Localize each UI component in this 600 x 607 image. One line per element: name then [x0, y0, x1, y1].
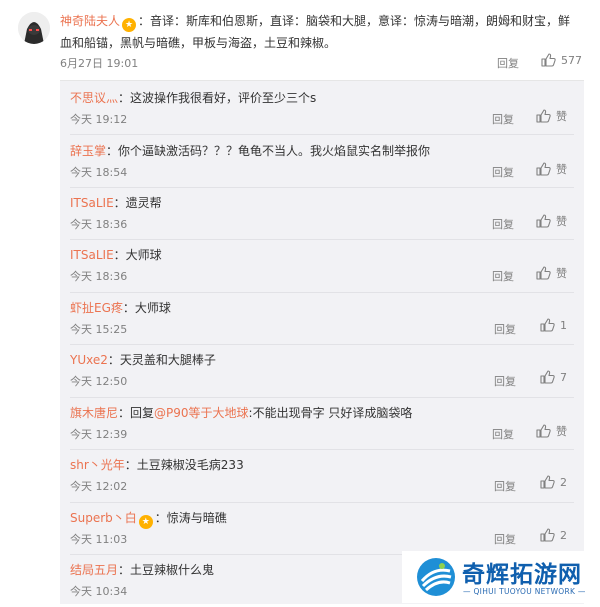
watermark-title: 奇辉拓游网 — [462, 561, 582, 588]
reply-text: ：这波操作我很看好，评价至少三个s — [118, 91, 317, 105]
reply-username[interactable]: YUxe2 — [70, 353, 108, 367]
reply-username[interactable]: shr丶光年 — [70, 458, 125, 472]
reply-item: 不思议灬：这波操作我很看好，评价至少三个s 今天 19:12 回复 赞 — [60, 83, 584, 135]
watermark-subtitle: — QIHUI TUOYOU NETWORK — — [463, 587, 586, 596]
reply-button[interactable]: 回复 — [494, 321, 516, 337]
reply-item: YUxe2：天灵盖和大腿棒子 今天 12:50 回复 7 — [60, 345, 584, 397]
like-count: 赞 — [556, 215, 567, 228]
reply-time: 今天 18:36 — [70, 270, 128, 283]
reply-username[interactable]: 旗木唐尼 — [70, 406, 118, 420]
thumbs-up-icon — [540, 370, 555, 384]
reply-username[interactable]: 虾扯EG疼 — [70, 301, 123, 315]
reply-item: 辞玉掌：你个逼缺激活码？？？龟龟不当人。我火焰鼠实名制举报你 今天 18:54 … — [60, 136, 584, 188]
main-comment-body: ：音译：斯库和伯恩斯，直译：脑袋和大腿，意译：惊涛与暗潮，朗姆和财宝，鲜血和船锚… — [60, 14, 571, 50]
reply-button[interactable]: 回复 — [492, 426, 514, 442]
reply-text: ：天灵盖和大腿棒子 — [107, 353, 216, 367]
thumbs-up-icon — [540, 475, 555, 489]
main-comment-username[interactable]: 神奇陆夫人 — [60, 14, 120, 28]
like-button[interactable]: 赞 — [536, 213, 567, 229]
like-count: 赞 — [556, 425, 567, 438]
reply-time: 今天 10:34 — [70, 585, 128, 598]
like-count: 1 — [560, 318, 567, 332]
thumbs-up-icon — [536, 424, 551, 438]
divider — [70, 134, 574, 135]
reply-button[interactable]: 回复 — [492, 268, 514, 284]
comment-thread: 神奇陆夫人 ★ ：音译：斯库和伯恩斯，直译：脑袋和大腿，意译：惊涛与暗潮，朗姆和财宝… — [0, 0, 600, 604]
reply-time: 今天 18:36 — [70, 218, 128, 231]
reply-time: 今天 18:54 — [70, 166, 128, 179]
like-count: 赞 — [556, 267, 567, 280]
like-button[interactable]: 赞 — [536, 265, 567, 281]
like-button[interactable]: 赞 — [536, 423, 567, 439]
reply-time: 今天 12:02 — [70, 480, 128, 493]
vip-badge-icon: ★ — [122, 18, 137, 32]
thumbs-up-icon — [540, 528, 555, 542]
like-button[interactable]: 赞 — [536, 161, 567, 177]
like-count: 赞 — [556, 110, 567, 123]
reply-button[interactable]: 回复 — [492, 216, 514, 232]
reply-item: 旗木唐尼：回复@P90等于大地球:不能出现骨字 只好译成脑袋咯 今天 12:39… — [60, 398, 584, 450]
reply-text-prefix: ：回复 — [118, 406, 155, 420]
main-comment-text: 神奇陆夫人 ★ ：音译：斯库和伯恩斯，直译：脑袋和大腿，意译：惊涛与暗潮，朗姆和财宝… — [60, 10, 580, 54]
like-count: 赞 — [556, 163, 567, 176]
main-comment-meta: 6月27日 19:01 回复 577 — [60, 53, 582, 71]
reply-button[interactable]: 回复 — [492, 111, 514, 127]
reply-button[interactable]: 回复 — [494, 478, 516, 494]
like-count: 7 — [560, 370, 567, 384]
reply-item: Superb丶白 ★ ：惊涛与暗礁 今天 11:03 回复 2 — [60, 503, 584, 555]
reply-text-suffix: :不能出现骨字 只好译成脑袋咯 — [248, 406, 413, 420]
reply-username[interactable]: 结局五月 — [70, 563, 118, 577]
like-count: 2 — [560, 475, 567, 489]
reply-time: 今天 12:39 — [70, 428, 128, 441]
thumbs-up-icon — [536, 109, 551, 123]
like-button[interactable]: 1 — [540, 318, 567, 332]
reply-text: ：你个逼缺激活码？？？龟龟不当人。我火焰鼠实名制举报你 — [106, 144, 431, 158]
reply-text: ：惊涛与暗礁 — [154, 511, 227, 525]
reply-username[interactable]: Superb丶白 — [70, 511, 137, 525]
reply-time: 今天 11:03 — [70, 533, 128, 546]
main-like-button[interactable]: 577 — [541, 53, 582, 67]
reply-username[interactable]: 不思议灬 — [70, 91, 118, 105]
thumbs-up-icon — [536, 266, 551, 280]
reply-button[interactable]: 回复 — [494, 373, 516, 389]
reply-time: 今天 19:12 — [70, 113, 128, 126]
thumbs-up-icon — [536, 162, 551, 176]
reply-button[interactable]: 回复 — [492, 164, 514, 180]
like-button[interactable]: 赞 — [536, 108, 567, 124]
mention-link[interactable]: @P90等于大地球 — [154, 406, 249, 420]
reply-text: ：土豆辣椒没毛病233 — [124, 458, 244, 472]
reply-text: ：大师球 — [113, 248, 162, 262]
reply-text: ：遗灵帮 — [113, 196, 162, 210]
reply-item: ITSaLIE：遗灵帮 今天 18:36 回复 赞 — [60, 188, 584, 240]
reply-time: 今天 12:50 — [70, 375, 128, 388]
reply-username[interactable]: ITSaLIE — [70, 196, 114, 210]
vip-badge-icon: ★ — [138, 515, 153, 529]
reply-item: 虾扯EG疼：大师球 今天 15:25 回复 1 — [60, 293, 584, 345]
main-reply-button[interactable]: 回复 — [497, 55, 519, 71]
thumbs-up-icon — [541, 53, 556, 67]
site-watermark: 奇辉拓游网 — QIHUI TUOYOU NETWORK — — [402, 551, 600, 603]
reply-username[interactable]: 辞玉掌 — [70, 144, 106, 158]
reply-item: ITSaLIE：大师球 今天 18:36 回复 赞 — [60, 240, 584, 292]
main-like-count: 577 — [561, 53, 582, 67]
reply-list: 不思议灬：这波操作我很看好，评价至少三个s 今天 19:12 回复 赞 辞玉掌：… — [60, 80, 584, 604]
reply-item: shr丶光年：土豆辣椒没毛病233 今天 12:02 回复 2 — [60, 450, 584, 502]
reply-text: ：大师球 — [122, 301, 171, 315]
thumbs-up-icon — [536, 214, 551, 228]
main-comment-time: 6月27日 19:01 — [60, 57, 139, 70]
like-button[interactable]: 2 — [540, 528, 567, 542]
reply-text: ：土豆辣椒什么鬼 — [118, 563, 215, 577]
reply-username[interactable]: ITSaLIE — [70, 248, 114, 262]
like-button[interactable]: 7 — [540, 370, 567, 384]
avatar[interactable] — [18, 12, 50, 44]
like-button[interactable]: 2 — [540, 475, 567, 489]
thumbs-up-icon — [540, 318, 555, 332]
like-count: 2 — [560, 528, 567, 542]
reply-time: 今天 15:25 — [70, 323, 128, 336]
reply-button[interactable]: 回复 — [494, 531, 516, 547]
site-logo-icon — [417, 558, 455, 596]
